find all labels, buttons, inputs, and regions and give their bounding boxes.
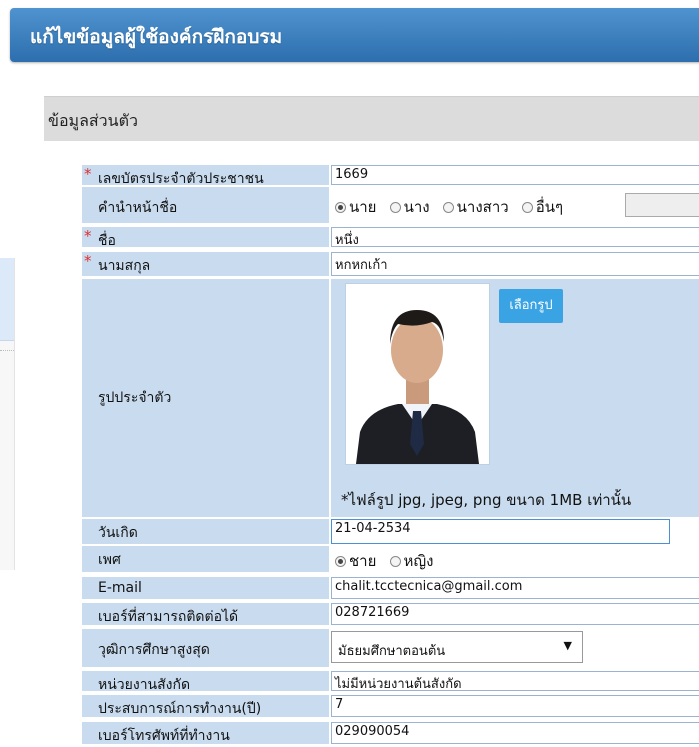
- education-label: วุฒิการศึกษาสูงสุด: [98, 642, 210, 658]
- gender-option-male[interactable]: ชาย: [335, 552, 376, 570]
- birthdate-input[interactable]: 21-04-2534: [331, 519, 670, 544]
- prefix-option-mr[interactable]: นาย: [335, 198, 376, 216]
- first-name-label: ชื่อ: [98, 233, 116, 249]
- row-work-phone: เบอร์โทรศัพท์ที่ทำงาน 029090054: [82, 722, 699, 744]
- required-marker: *: [84, 227, 92, 245]
- last-name-label: นามสกุล: [98, 258, 151, 274]
- email-input[interactable]: chalit.tcctecnica@gmail.com: [331, 577, 699, 599]
- chevron-down-icon[interactable]: ▼: [564, 639, 572, 652]
- photo-note: *ไฟล์รูป jpg, jpeg, png ขนาด 1MB เท่านั้…: [341, 491, 632, 509]
- prefix-option-miss[interactable]: นางสาว: [442, 198, 509, 216]
- prefix-option-mrs[interactable]: นาง: [389, 198, 430, 216]
- page-header: แก้ไขข้อมูลผู้ใช้องค์กรฝึกอบรม: [10, 8, 699, 62]
- row-education: วุฒิการศึกษาสูงสุด มัธยมศึกษาตอนต้น ▼: [82, 629, 699, 667]
- section-title: ข้อมูลส่วนตัว: [48, 111, 138, 130]
- radio-icon[interactable]: [521, 202, 533, 213]
- photo-label: รูปประจำตัว: [98, 390, 172, 406]
- row-agency: หน่วยงานสังกัด ไม่มีหน่วยงานต้นสังกัด: [82, 671, 699, 693]
- row-birthdate: วันเกิด 21-04-2534: [82, 519, 699, 544]
- last-name-input[interactable]: หกหกเก้า: [331, 252, 699, 276]
- row-first-name: * ชื่อ หนึ่ง: [82, 227, 699, 249]
- gender-option-female[interactable]: หญิง: [389, 552, 434, 570]
- phone-label: เบอร์ที่สามารถติดต่อได้: [98, 609, 239, 625]
- row-prefix: คำนำหน้าชื่อ นาย นาง นางสาว อื่นๆ: [82, 187, 699, 223]
- row-email: E-mail chalit.tcctecnica@gmail.com: [82, 577, 699, 599]
- gender-label: เพศ: [98, 552, 121, 568]
- prefix-other-input[interactable]: [625, 193, 699, 217]
- agency-input[interactable]: ไม่มีหน่วยงานต้นสังกัด: [331, 671, 699, 691]
- radio-selected-icon[interactable]: [335, 202, 346, 213]
- row-gender: เพศ ชาย หญิง: [82, 546, 699, 572]
- row-phone: เบอร์ที่สามารถติดต่อได้ 028721669: [82, 603, 699, 625]
- radio-icon[interactable]: [389, 202, 401, 213]
- experience-input[interactable]: 7: [331, 695, 699, 717]
- left-panel-highlight: [0, 258, 14, 341]
- id-card-input[interactable]: 1669: [331, 165, 699, 185]
- work-phone-input[interactable]: 029090054: [331, 722, 699, 744]
- row-id-card: * เลขบัตรประจำตัวประชาชน 1669: [82, 165, 699, 187]
- education-select[interactable]: มัธยมศึกษาตอนต้น ▼: [331, 631, 583, 663]
- birthdate-label: วันเกิด: [98, 525, 138, 541]
- section-header: ข้อมูลส่วนตัว: [44, 96, 699, 141]
- required-marker: *: [84, 252, 92, 270]
- work-phone-label: เบอร์โทรศัพท์ที่ทำงาน: [98, 728, 230, 744]
- radio-selected-icon[interactable]: [335, 556, 346, 567]
- profile-photo: [345, 283, 490, 465]
- radio-icon[interactable]: [389, 556, 401, 567]
- prefix-option-other[interactable]: อื่นๆ: [521, 198, 563, 216]
- phone-input[interactable]: 028721669: [331, 603, 699, 625]
- row-experience: ประสบการณ์การทำงาน(ปี) 7: [82, 695, 699, 717]
- required-marker: *: [84, 165, 92, 183]
- radio-icon[interactable]: [442, 202, 454, 213]
- choose-photo-button[interactable]: เลือกรูป: [499, 289, 563, 323]
- row-last-name: * นามสกุล หกหกเก้า: [82, 252, 699, 276]
- email-label: E-mail: [98, 580, 142, 596]
- row-photo: รูปประจำตัว เลือกรูป *ไฟล์รูป jpg, jpeg,…: [82, 279, 699, 517]
- agency-label: หน่วยงานสังกัด: [98, 677, 191, 693]
- left-panel-divider: [0, 350, 14, 351]
- prefix-label: คำนำหน้าชื่อ: [98, 200, 178, 216]
- first-name-input[interactable]: หนึ่ง: [331, 227, 699, 247]
- profile-photo-image: [346, 284, 489, 464]
- experience-label: ประสบการณ์การทำงาน(ปี): [98, 701, 262, 717]
- page-title: แก้ไขข้อมูลผู้ใช้องค์กรฝึกอบรม: [30, 26, 283, 48]
- left-side-panel: [0, 258, 15, 570]
